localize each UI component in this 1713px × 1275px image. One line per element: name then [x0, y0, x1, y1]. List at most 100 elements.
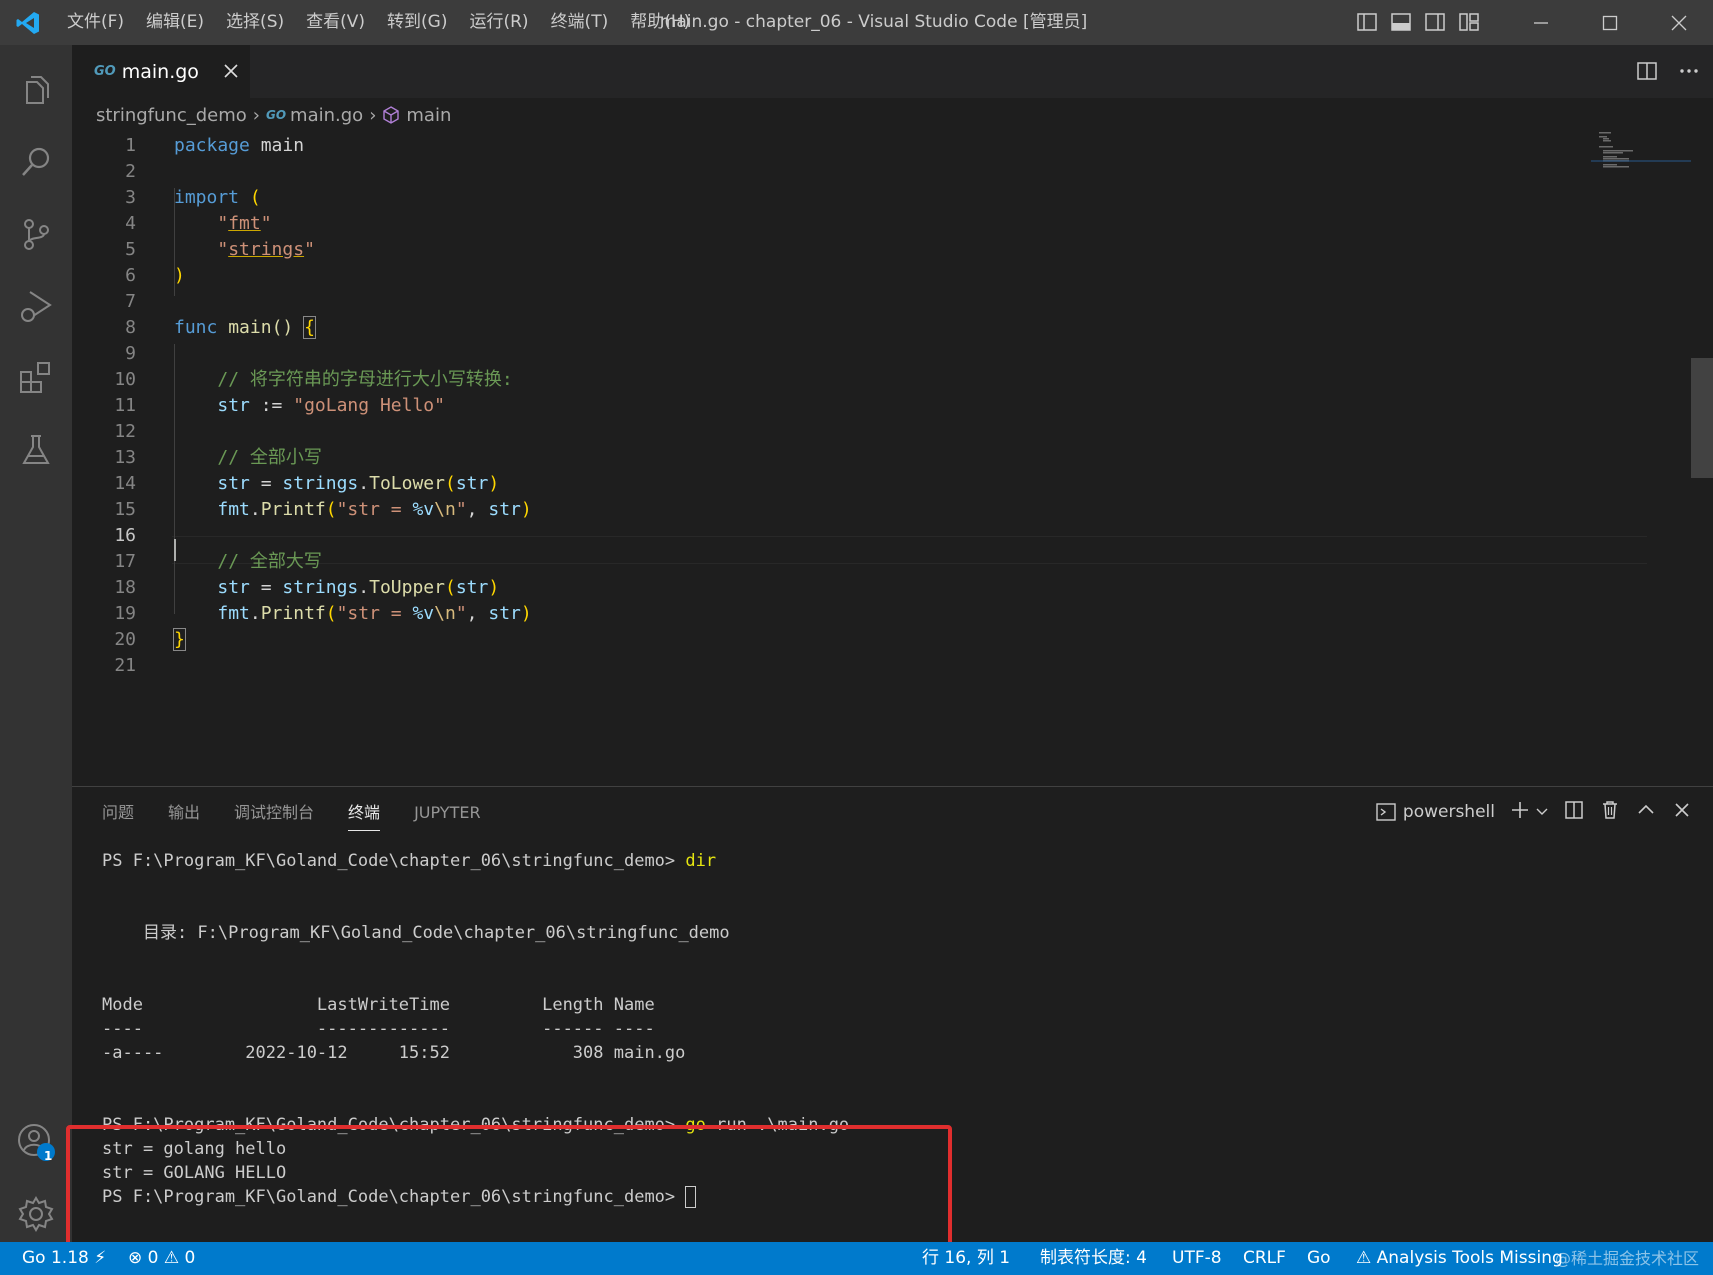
tab-jupyter[interactable]: JUPYTER — [414, 787, 481, 839]
chevron-down-icon[interactable] — [1535, 803, 1549, 822]
breadcrumb: stringfunc_demo › GO main.go › main — [72, 98, 1713, 132]
code-line-11: 11 str := "goLang Hello" — [114, 395, 445, 416]
breadcrumb-folder[interactable]: stringfunc_demo — [96, 105, 247, 126]
code-line-9: 9 — [125, 343, 136, 364]
code-line-17: 17 // 全部大写 — [114, 551, 322, 572]
extensions-icon[interactable] — [0, 343, 72, 413]
maximize-panel-icon[interactable] — [1635, 799, 1657, 825]
tab-main-go[interactable]: GO main.go — [72, 45, 250, 98]
toggle-secondary-sidebar-icon[interactable] — [1423, 10, 1447, 34]
minimize-icon[interactable] — [1506, 0, 1575, 45]
breadcrumb-file[interactable]: main.go — [290, 105, 363, 126]
maximize-icon[interactable] — [1575, 0, 1644, 45]
terminal-line: PS F:\Program_KF\Goland_Code\chapter_06\… — [102, 851, 717, 871]
code-line-1: 1 package main — [125, 135, 305, 156]
code-line-12: 12 — [114, 421, 136, 442]
breadcrumb-symbol[interactable]: main — [406, 105, 451, 126]
vertical-scrollbar[interactable] — [1691, 358, 1713, 478]
terminal-icon — [1375, 801, 1397, 823]
problems-status[interactable]: ⊗ 0 ⚠ 0 — [128, 1242, 195, 1275]
terminal-line: str = golang hello — [102, 1139, 287, 1159]
status-bar: Go 1.18 ⚡ ⊗ 0 ⚠ 0 行 16, 列 1 制表符长度: 4 UTF… — [0, 1242, 1713, 1275]
tab-output[interactable]: 输出 — [168, 787, 200, 839]
error-icon: ⊗ — [128, 1248, 143, 1268]
window-controls — [1506, 0, 1713, 45]
code-line-15: 15 fmt.Printf("str = %v\n", str) — [114, 499, 532, 520]
code-line-7: 7 — [125, 291, 136, 312]
code-line-13: 13 // 全部小写 — [114, 447, 322, 468]
panel-tabs: 问题 输出 调试控制台 终端 JUPYTER — [102, 787, 515, 839]
chevron-right-icon: › — [369, 104, 377, 126]
toggle-panel-icon[interactable] — [1389, 10, 1413, 34]
code-editor[interactable]: 1 package main 2 3 import ( 4 "fmt" 5 "str… — [72, 132, 1713, 786]
close-panel-icon[interactable] — [1671, 799, 1693, 825]
menu-bar: 文件(F) 编辑(E) 选择(S) 查看(V) 转到(G) 运行(R) 终端(T… — [56, 0, 701, 45]
watermark: @稀土掘金技术社区 — [1555, 1249, 1700, 1268]
more-actions-icon[interactable] — [1677, 59, 1701, 87]
code-line-10: 10 // 将字符串的字母进行大小写转换: — [114, 369, 513, 390]
analysis-tools-status[interactable]: ⚠ Analysis Tools Missing — [1356, 1242, 1563, 1275]
code-line-6: 6) — [125, 265, 185, 286]
testing-icon[interactable] — [0, 415, 72, 485]
code-line-19: 19 fmt.Printf("str = %v\n", str) — [114, 603, 532, 624]
menu-go[interactable]: 转到(G) — [376, 0, 458, 45]
menu-selection[interactable]: 选择(S) — [215, 0, 295, 45]
activity-bar: 1 — [0, 45, 72, 1242]
menu-terminal[interactable]: 终端(T) — [540, 0, 620, 45]
new-terminal-icon[interactable] — [1509, 799, 1531, 825]
search-icon[interactable] — [0, 127, 72, 197]
code-line-18: 18 str = strings.ToUpper(str) — [114, 577, 500, 598]
split-terminal-icon[interactable] — [1563, 799, 1585, 825]
split-editor-icon[interactable] — [1635, 59, 1659, 87]
chevron-right-icon: › — [252, 104, 260, 126]
code-line-4: 4 "fmt" — [125, 213, 272, 234]
warning-icon: ⚠ — [1356, 1248, 1372, 1268]
go-version-status[interactable]: Go 1.18 ⚡ — [22, 1242, 106, 1275]
tab-debug-console[interactable]: 调试控制台 — [234, 787, 314, 839]
shell-name: powershell — [1402, 802, 1495, 822]
settings-gear-icon[interactable] — [0, 1179, 72, 1249]
code-line-3: 3 import ( — [125, 187, 261, 208]
explorer-icon[interactable] — [0, 55, 72, 125]
accounts-icon[interactable]: 1 — [0, 1107, 72, 1177]
toggle-primary-sidebar-icon[interactable] — [1355, 10, 1379, 34]
encoding-status[interactable]: UTF-8 — [1172, 1242, 1222, 1275]
terminal-cursor — [685, 1186, 697, 1208]
title-bar: 文件(F) 编辑(E) 选择(S) 查看(V) 转到(G) 运行(R) 终端(T… — [0, 0, 1713, 45]
terminal-shell-selector[interactable]: powershell — [1375, 801, 1495, 823]
terminal-line: PS F:\Program_KF\Goland_Code\chapter_06\… — [102, 1185, 697, 1209]
menu-view[interactable]: 查看(V) — [295, 0, 376, 45]
code-line-5: 5 "strings" — [125, 239, 315, 260]
bottom-panel: 问题 输出 调试控制台 终端 JUPYTER powershell PS F:\… — [72, 786, 1713, 1242]
eol-status[interactable]: CRLF — [1243, 1242, 1286, 1275]
vscode-logo-icon — [0, 0, 56, 45]
code-line-2: 2 — [125, 161, 136, 182]
menu-edit[interactable]: 编辑(E) — [135, 0, 215, 45]
close-window-icon[interactable] — [1644, 0, 1713, 45]
go-file-icon: GO — [265, 108, 287, 122]
terminal-line: 目录: F:\Program_KF\Goland_Code\chapter_06… — [102, 923, 730, 943]
customize-layout-icon[interactable] — [1457, 10, 1481, 34]
code-line-8: 8 func main() { — [125, 316, 316, 339]
minimap[interactable] — [1591, 132, 1691, 172]
menu-run[interactable]: 运行(R) — [458, 0, 539, 45]
menu-help[interactable]: 帮助(H) — [619, 0, 701, 45]
symbol-function-icon — [382, 106, 400, 124]
source-control-icon[interactable] — [0, 199, 72, 269]
code-line-20: 20} — [114, 628, 186, 651]
terminal-line: ---- ------------- ------ ---- — [102, 1019, 655, 1039]
menu-file[interactable]: 文件(F) — [56, 0, 135, 45]
tab-terminal[interactable]: 终端 — [348, 787, 381, 839]
indentation-status[interactable]: 制表符长度: 4 — [1040, 1242, 1147, 1275]
code-line-16: 16 — [114, 525, 136, 546]
tab-problems[interactable]: 问题 — [102, 787, 134, 839]
code-line-14: 14 str = strings.ToLower(str) — [114, 473, 500, 494]
language-mode-status[interactable]: Go — [1307, 1242, 1331, 1275]
go-file-icon: GO — [94, 64, 116, 79]
cursor-position-status[interactable]: 行 16, 列 1 — [922, 1242, 1010, 1275]
terminal-line: -a---- 2022-10-12 15:52 308 main.go — [102, 1043, 686, 1063]
kill-terminal-icon[interactable] — [1599, 799, 1621, 825]
close-tab-icon[interactable] — [220, 60, 242, 82]
panel-actions: powershell — [1375, 799, 1693, 825]
run-debug-icon[interactable] — [0, 271, 72, 341]
